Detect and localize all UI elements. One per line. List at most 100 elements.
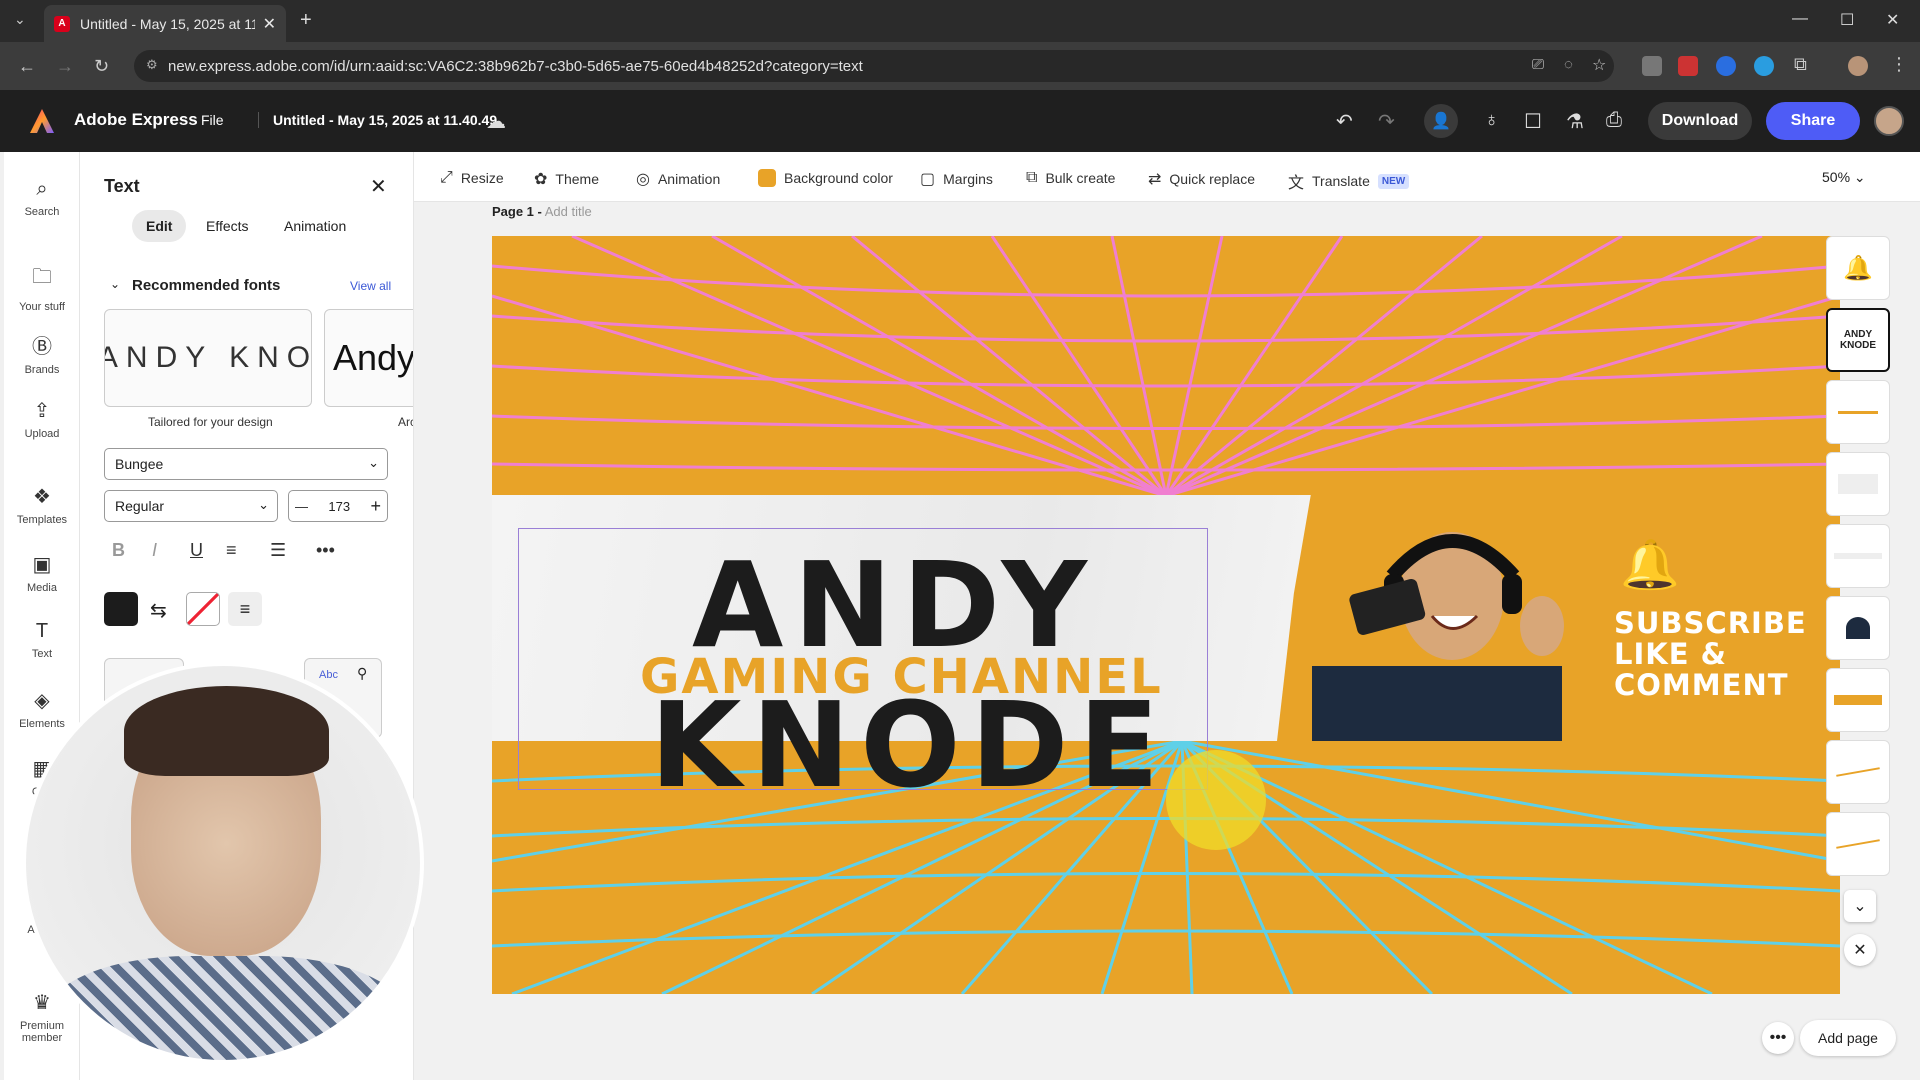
bulk-create-button[interactable]: ⧉ Bulk create [1026, 169, 1115, 187]
italic-icon[interactable]: I [152, 540, 157, 561]
tab-list-chevron-icon[interactable]: ⌄ [14, 11, 26, 28]
animation-button[interactable]: ◎ Animation [636, 169, 720, 189]
text-color-swatch[interactable] [104, 592, 138, 626]
browser-menu-icon[interactable]: ⋮ [1890, 54, 1908, 75]
zoom-select[interactable]: 50% ⌄ [1822, 169, 1866, 186]
rail-text[interactable]: T Text [4, 620, 80, 660]
document-title[interactable]: Untitled - May 15, 2025 at 11.40.49 [258, 112, 497, 128]
layer-thumb-3[interactable] [1826, 380, 1890, 444]
lightbulb-icon[interactable]: ♁ [1484, 109, 1499, 132]
install-app-icon[interactable]: ⎚ [1532, 56, 1544, 73]
gamer-photo[interactable] [1292, 516, 1592, 741]
bookmark-star-icon[interactable]: ☆ [1592, 55, 1606, 75]
lightbulb-icon[interactable]: ⚲ [357, 665, 367, 682]
tab-animation[interactable]: Animation [270, 210, 360, 242]
no-fill-swatch[interactable] [186, 592, 220, 626]
close-tab-icon[interactable]: ✕ [263, 14, 276, 34]
cursor-highlight [1166, 750, 1266, 850]
more-options-icon[interactable]: ••• [1762, 1022, 1794, 1054]
print-icon[interactable]: ⎙ [1606, 109, 1622, 132]
translate-button[interactable]: 文 Translate NEW [1288, 169, 1410, 193]
font-size-value[interactable]: 173 [328, 499, 350, 514]
adobe-express-logo-icon[interactable] [28, 107, 56, 135]
quick-replace-button[interactable]: ⇄ Quick replace [1148, 169, 1255, 189]
layer-thumb-bell[interactable]: 🔔 [1826, 236, 1890, 300]
bold-icon[interactable]: B [112, 540, 125, 561]
add-page-button[interactable]: Add page [1800, 1020, 1896, 1056]
rail-templates[interactable]: ❖ Templates [4, 484, 80, 526]
url-field[interactable]: ⚙ new.express.adobe.com/id/urn:aaid:sc:V… [134, 50, 1614, 82]
reload-icon[interactable]: ↻ [94, 56, 109, 77]
eye-off-icon[interactable]: ◌ [1564, 56, 1573, 73]
swap-colors-icon[interactable]: ⇆ [150, 598, 167, 623]
tab-edit[interactable]: Edit [132, 210, 187, 242]
theme-button[interactable]: ✿ Theme [534, 169, 599, 189]
layer-thumb-7[interactable] [1826, 668, 1890, 732]
rail-elements[interactable]: ◈ Elements [4, 688, 80, 730]
plus-icon[interactable]: + [370, 496, 381, 517]
font-card-1[interactable]: ANDY KNO [104, 309, 312, 407]
file-menu[interactable]: File [201, 112, 224, 128]
rail-upload[interactable]: ⇪ Upload [4, 398, 80, 440]
close-layers-icon[interactable]: ✕ [1844, 934, 1876, 966]
list-icon[interactable]: ☰ [270, 540, 286, 561]
call-to-action[interactable]: SUBSCRIBE LIKE & COMMENT [1614, 608, 1807, 701]
rail-brands[interactable]: Ⓑ Brands [4, 330, 80, 376]
user-avatar[interactable] [1874, 106, 1904, 136]
site-info-icon[interactable]: ⚙ [146, 57, 158, 73]
chevron-down-icon[interactable]: ⌄ [110, 277, 120, 291]
add-title-link[interactable]: Add title [545, 204, 592, 219]
background-color-button[interactable]: Background color [758, 169, 893, 187]
extension-1-icon[interactable] [1642, 56, 1662, 76]
profile-avatar-icon[interactable] [1848, 56, 1868, 76]
layer-thumb-9[interactable] [1826, 812, 1890, 876]
redo-icon[interactable]: ↷ [1378, 109, 1395, 134]
layer-thumb-6[interactable] [1826, 596, 1890, 660]
comment-icon[interactable]: ☐ [1524, 109, 1542, 134]
resize-button[interactable]: ⤢ Resize [440, 169, 504, 187]
forward-icon[interactable]: → [56, 56, 74, 77]
elements-icon: ◈ [34, 690, 50, 712]
flask-icon[interactable]: ⚗ [1566, 109, 1584, 134]
extension-3-icon[interactable] [1716, 56, 1736, 76]
line-spacing-icon[interactable]: ≡ [228, 592, 262, 626]
extension-2-icon[interactable] [1678, 56, 1698, 76]
extension-4-icon[interactable] [1754, 56, 1774, 76]
maximize-icon[interactable]: ☐ [1840, 10, 1854, 30]
share-button[interactable]: Share [1766, 102, 1860, 140]
layer-thumb-text[interactable]: ANDY KNODE [1826, 308, 1890, 372]
rail-search[interactable]: ⌕ Search [4, 178, 80, 218]
rail-upload-label: Upload [24, 428, 60, 440]
invite-user-icon[interactable]: 👤 [1424, 104, 1458, 138]
design-canvas[interactable]: ANDY GAMING CHANNEL KNODE 🔔 SUBSCRIBE LI… [492, 236, 1840, 994]
font-size-stepper[interactable]: — 173 + [288, 490, 388, 522]
webcam-overlay [22, 662, 424, 1064]
rail-your-stuff[interactable]: 🗀 Your stuff [4, 262, 80, 313]
download-button[interactable]: Download [1648, 102, 1752, 140]
browser-tab[interactable]: A Untitled - May 15, 2025 at 11.4 ✕ [44, 5, 286, 42]
font-card-2[interactable]: Andy [324, 309, 413, 407]
close-panel-icon[interactable]: ✕ [370, 174, 387, 199]
back-icon[interactable]: ← [18, 56, 36, 77]
layer-thumb-8[interactable] [1826, 740, 1890, 804]
minus-icon[interactable]: — [295, 499, 308, 514]
new-tab-icon[interactable]: + [300, 9, 312, 32]
scroll-layers-down-icon[interactable]: ⌄ [1844, 890, 1876, 922]
layer-thumb-4[interactable] [1826, 452, 1890, 516]
undo-icon[interactable]: ↶ [1336, 109, 1353, 134]
more-options-icon[interactable]: ••• [316, 540, 335, 561]
font-weight-select[interactable]: Regular ⌄ [104, 490, 278, 522]
font-family-select[interactable]: Bungee ⌄ [104, 448, 388, 480]
view-all-link[interactable]: View all [350, 279, 391, 293]
close-window-icon[interactable]: ✕ [1886, 10, 1899, 30]
app-brand[interactable]: Adobe Express [74, 110, 198, 130]
underline-icon[interactable]: U [190, 540, 203, 561]
layer-thumb-5[interactable] [1826, 524, 1890, 588]
minimize-icon[interactable]: — [1792, 10, 1808, 28]
tab-effects[interactable]: Effects [192, 210, 263, 242]
align-center-icon[interactable]: ≡ [226, 540, 237, 561]
margins-button[interactable]: ▢ Margins [920, 169, 993, 189]
extensions-puzzle-icon[interactable]: ⧉ [1794, 54, 1807, 75]
headline-knode[interactable]: KNODE [650, 676, 1169, 814]
rail-media[interactable]: ▣ Media [4, 552, 80, 594]
